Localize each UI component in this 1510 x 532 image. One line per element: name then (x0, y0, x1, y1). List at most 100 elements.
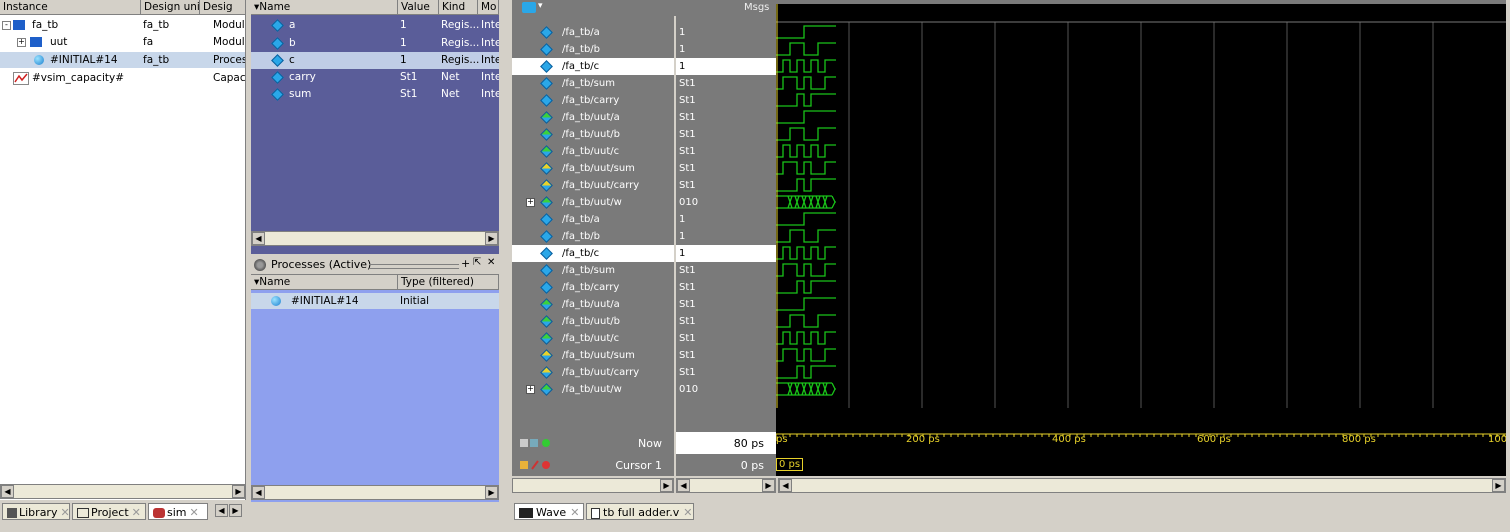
wave-signal-value: St1 (679, 265, 696, 276)
wave-signal-row[interactable]: /fa_tb/uut/b (512, 126, 674, 143)
splitter[interactable] (499, 0, 512, 532)
wave-signal-row[interactable]: /fa_tb/uut/sum (512, 347, 674, 364)
instance-row-fa_tb[interactable]: - fa_tb fa_tb Modul (0, 17, 245, 33)
close-icon[interactable]: ✕ (683, 506, 692, 519)
tab-wave[interactable]: Wave ✕ (514, 503, 584, 520)
tab-source-file[interactable]: tb full adder.v ✕ (586, 503, 694, 520)
object-row-carry[interactable]: carry St1 Net Inte (251, 69, 499, 86)
undock-icon[interactable]: ⇱ (473, 257, 481, 268)
tab-scroll-left-icon[interactable]: ◀ (215, 504, 228, 517)
expand-icon[interactable]: + (526, 198, 535, 207)
wave-signal-row[interactable]: + /fa_tb/uut/w (512, 194, 674, 211)
wave-hscrollbar[interactable]: ◀ ▶ (778, 478, 1506, 493)
now-toolbar-icons[interactable] (520, 437, 550, 449)
wave-signal-row[interactable]: /fa_tb/c (512, 58, 674, 75)
wave-signal-row[interactable]: /fa_tb/b (512, 228, 674, 245)
chevron-down-icon[interactable]: ▾ (538, 1, 543, 11)
close-icon[interactable]: ✕ (570, 506, 579, 519)
scroll-right-icon[interactable]: ▶ (485, 486, 498, 499)
object-row-sum[interactable]: sum St1 Net Inte (251, 86, 499, 103)
col-mode[interactable]: Mo (478, 0, 499, 15)
splitter[interactable] (246, 0, 251, 532)
wave-signal-row[interactable]: /fa_tb/a (512, 211, 674, 228)
scroll-left-icon[interactable]: ◀ (252, 232, 265, 245)
wave-signal-row[interactable]: /fa_tb/carry (512, 279, 674, 296)
instance-unit: fa (143, 36, 154, 48)
object-row-a[interactable]: a 1 Regis... Inte (251, 17, 499, 34)
objects-hscrollbar[interactable]: ◀ ▶ (251, 231, 499, 246)
tab-project[interactable]: Project ✕ (72, 503, 146, 520)
collapse-icon[interactable]: - (2, 21, 11, 30)
splitter[interactable] (251, 254, 499, 256)
dock-icon[interactable]: + (461, 257, 470, 270)
tab-library[interactable]: Library ✕ (2, 503, 70, 520)
scroll-right-icon[interactable]: ▶ (1492, 479, 1505, 492)
expand-icon[interactable]: + (526, 385, 535, 394)
tab-sim[interactable]: sim ✕ (148, 503, 208, 520)
tab-scroll-right-icon[interactable]: ▶ (229, 504, 242, 517)
col-kind[interactable]: Kind (439, 0, 478, 15)
wave-signal-row[interactable]: /fa_tb/uut/c (512, 330, 674, 347)
waveform-canvas[interactable] (776, 4, 1506, 408)
wave-display[interactable] (776, 4, 1506, 408)
instance-row-capacity[interactable]: #vsim_capacity# Capac (0, 70, 245, 86)
cursor-toolbar-icons[interactable] (520, 459, 556, 474)
col-process-name[interactable]: ▾Name (251, 275, 398, 290)
process-row[interactable]: #INITIAL#14 Initial (251, 293, 499, 309)
instance-row-initial[interactable]: #INITIAL#14 fa_tb Proces (0, 52, 245, 68)
signal-waveform (776, 144, 836, 158)
timeline[interactable]: ps 200 ps 400 ps 600 ps 800 ps 100 0 ps (776, 432, 1506, 476)
object-row-b[interactable]: b 1 Regis... Inte (251, 35, 499, 52)
instance-hscrollbar[interactable]: ◀ ▶ (0, 484, 245, 499)
wave-signal-names: /fa_tb/a/fa_tb/b/fa_tb/c/fa_tb/sum/fa_tb… (512, 16, 674, 408)
scroll-left-icon[interactable]: ◀ (779, 479, 792, 492)
close-icon[interactable]: ✕ (487, 257, 495, 268)
expand-icon[interactable]: + (17, 38, 26, 47)
wave-values-hscrollbar[interactable]: ◀ ▶ (676, 478, 776, 493)
signal-name: /fa_tb/uut/a (562, 112, 620, 123)
col-label: Name (259, 276, 291, 288)
wave-menu-icon[interactable] (522, 2, 536, 13)
wave-signal-row[interactable]: /fa_tb/a (512, 24, 674, 41)
wave-signal-row[interactable]: /fa_tb/uut/carry (512, 364, 674, 381)
scroll-left-icon[interactable]: ◀ (252, 486, 265, 499)
close-icon[interactable]: ✕ (132, 506, 141, 519)
wave-signal-row[interactable]: /fa_tb/carry (512, 92, 674, 109)
col-design-unit[interactable]: Design unit (141, 0, 200, 15)
col-name[interactable]: ▾Name (251, 0, 398, 15)
scroll-right-icon[interactable]: ▶ (660, 479, 673, 492)
wave-signal-row[interactable]: /fa_tb/sum (512, 262, 674, 279)
col-value[interactable]: Value (398, 0, 439, 15)
drag-handle[interactable] (369, 264, 459, 269)
wave-names-hscrollbar[interactable]: ▶ (512, 478, 674, 493)
scroll-left-icon[interactable]: ◀ (677, 479, 690, 492)
signal-waveform (776, 178, 836, 192)
signal-icon (540, 127, 553, 141)
col-instance[interactable]: Instance (0, 0, 141, 15)
close-icon[interactable]: ✕ (60, 506, 69, 519)
wave-signal-row[interactable]: /fa_tb/b (512, 41, 674, 58)
close-icon[interactable]: ✕ (190, 506, 199, 519)
wave-signal-row[interactable]: /fa_tb/uut/sum (512, 160, 674, 177)
wave-signal-row[interactable]: /fa_tb/c (512, 245, 674, 262)
wave-signal-row[interactable]: /fa_tb/uut/a (512, 109, 674, 126)
wave-signal-row[interactable]: /fa_tb/uut/c (512, 143, 674, 160)
signal-name: /fa_tb/uut/a (562, 299, 620, 310)
wave-signal-row[interactable]: /fa_tb/sum (512, 75, 674, 92)
scroll-right-icon[interactable]: ▶ (232, 485, 245, 498)
object-row-c[interactable]: c 1 Regis... Inte (251, 52, 499, 69)
signal-name: /fa_tb/uut/w (562, 197, 622, 208)
instance-row-uut[interactable]: + uut fa Modul (0, 34, 245, 50)
wave-signal-row[interactable]: + /fa_tb/uut/w (512, 381, 674, 398)
scroll-right-icon[interactable]: ▶ (485, 232, 498, 245)
wave-signal-row[interactable]: /fa_tb/uut/b (512, 313, 674, 330)
col-process-type[interactable]: Type (filtered) (398, 275, 499, 290)
scroll-right-icon[interactable]: ▶ (762, 479, 775, 492)
col-design-type[interactable]: Desig (200, 0, 245, 15)
wave-signal-row[interactable]: /fa_tb/uut/a (512, 296, 674, 313)
tab-label: tb full adder.v (603, 506, 680, 519)
wave-signal-row[interactable]: /fa_tb/uut/carry (512, 177, 674, 194)
cursor-marker[interactable]: 0 ps (776, 458, 804, 471)
processes-hscrollbar[interactable]: ◀ ▶ (251, 485, 499, 500)
scroll-left-icon[interactable]: ◀ (1, 485, 14, 498)
